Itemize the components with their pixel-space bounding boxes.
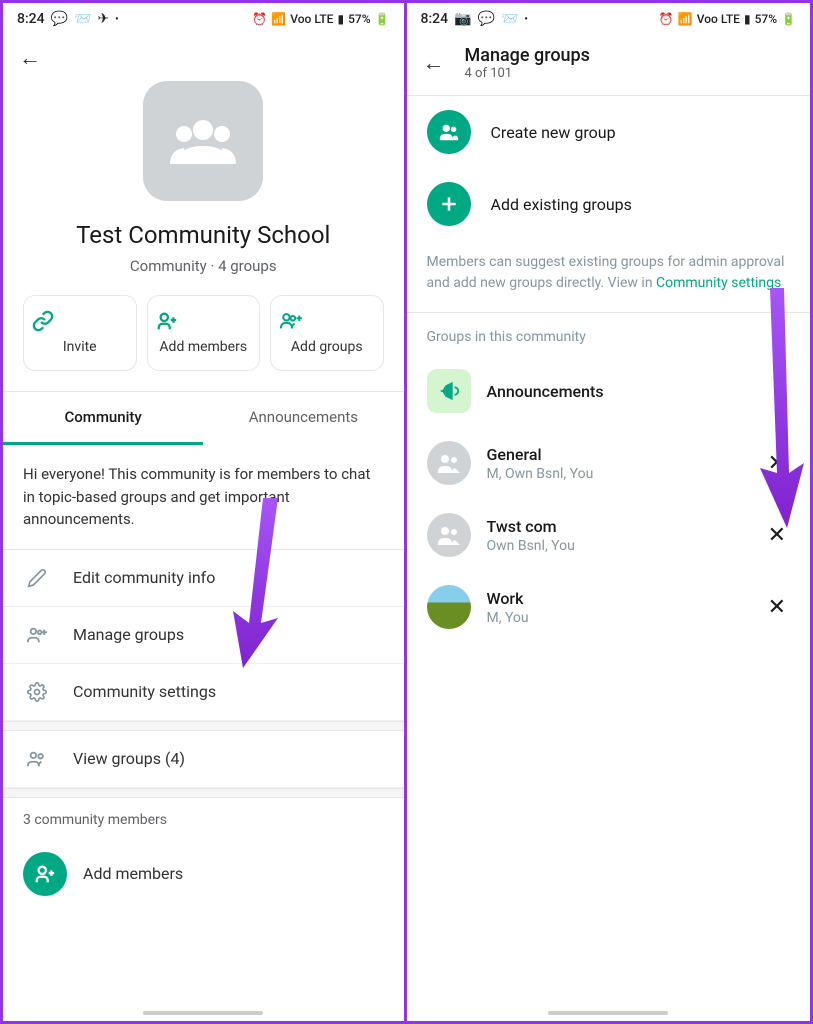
group-avatar [427,441,471,485]
tab-community[interactable]: Community [3,392,203,445]
community-settings-link[interactable]: Community settings [656,275,781,291]
group-members: M, Own Bsnl, You [487,466,764,482]
gear-icon [23,682,51,702]
status-dot: • [115,14,119,25]
create-new-group[interactable]: Create new group [407,96,811,168]
group-announcements[interactable]: Announcements [407,355,811,427]
people-plus-icon [23,625,51,645]
group-avatar [427,513,471,557]
community-description: Hi everyone! This community is for membe… [3,445,404,550]
edit-label: Edit community info [73,568,215,587]
group-twst-com[interactable]: Twst com Own Bsnl, You ✕ [407,499,811,571]
network-label: Voo LTE [697,12,740,26]
community-avatar[interactable] [143,81,263,201]
arrow-back-icon: ← [423,51,445,76]
group-name: General [487,445,764,464]
signal-icon: ▮ [744,12,751,26]
remove-group-button[interactable]: ✕ [764,451,790,476]
group-members: M, You [487,610,764,626]
settings-label: Community settings [73,682,216,701]
group-name: Twst com [487,517,764,536]
add-members-text: Add members [83,864,183,883]
add-existing-groups[interactable]: Add existing groups [407,168,811,240]
community-title: Test Community School [23,221,384,249]
battery-icon: 🔋 [375,12,390,26]
group-name: Work [487,589,764,608]
page-title: Manage groups [465,45,590,66]
megaphone-icon [427,369,471,413]
battery-icon: 🔋 [781,12,796,26]
view-groups[interactable]: View groups (4) [3,731,404,788]
group-icon [427,110,471,154]
status-time: 8:24 [17,11,45,27]
groups-section-header: Groups in this community [407,313,811,355]
remove-group-button[interactable]: ✕ [764,595,790,620]
edit-community-info[interactable]: Edit community info [3,550,404,607]
back-button[interactable]: ← [423,50,445,76]
invite-label: Invite [32,338,128,356]
group-icon [168,116,238,166]
tab-announcements[interactable]: Announcements [203,392,403,445]
network-label: Voo LTE [290,12,333,26]
add-members-button[interactable]: Add members [147,295,261,371]
arrow-back-icon: ← [19,46,41,71]
alarm-icon: ⏰ [659,12,674,26]
group-plus-icon [279,310,375,332]
view-label: View groups (4) [73,749,185,768]
wifi-icon: 📶 [678,12,693,26]
plus-icon [427,182,471,226]
status-dot: • [524,14,528,25]
battery-label: 57% [755,12,777,26]
add-groups-label: Add groups [279,338,375,356]
camera-icon: 📷 [454,11,471,27]
person-plus-icon [156,310,252,332]
add-members-row[interactable]: Add members [3,838,404,910]
back-button[interactable]: ← [3,35,404,81]
page-subtitle: 4 of 101 [465,66,590,81]
signal-icon: ▮ [337,12,344,26]
message-icon: 📨 [501,11,518,27]
add-members-label: Add members [156,338,252,356]
group-members: Own Bsnl, You [487,538,764,554]
manage-groups[interactable]: Manage groups [3,607,404,664]
group-name: Announcements [487,382,791,401]
community-settings[interactable]: Community settings [3,664,404,721]
send-icon: ✈ [97,11,109,27]
add-existing-label: Add existing groups [491,195,632,214]
home-indicator[interactable] [143,1011,263,1015]
info-text: Members can suggest existing groups for … [407,240,811,312]
chat-icon: 💬 [51,11,68,27]
status-bar: 8:24 📷 💬 📨 • ⏰ 📶 Voo LTE ▮ 57% 🔋 [407,3,811,35]
manage-label: Manage groups [73,625,184,644]
people-icon [23,749,51,769]
chat-icon: 💬 [478,11,495,27]
create-label: Create new group [491,123,616,142]
status-bar: 8:24 💬 📨 ✈ • ⏰ 📶 Voo LTE ▮ 57% 🔋 [3,3,404,35]
alarm-icon: ⏰ [252,12,267,26]
message-icon: 📨 [74,11,91,27]
group-general[interactable]: General M, Own Bsnl, You ✕ [407,427,811,499]
members-section-label: 3 community members [3,798,404,838]
home-indicator[interactable] [548,1011,668,1015]
community-subtitle: Community · 4 groups [23,257,384,275]
link-icon [32,310,128,332]
pencil-icon [23,568,51,588]
add-person-icon [23,852,67,896]
group-work[interactable]: Work M, You ✕ [407,571,811,643]
battery-label: 57% [348,12,370,26]
group-avatar [427,585,471,629]
remove-group-button[interactable]: ✕ [764,523,790,548]
add-groups-button[interactable]: Add groups [270,295,384,371]
invite-button[interactable]: Invite [23,295,137,371]
status-time: 8:24 [421,11,449,27]
wifi-icon: 📶 [271,12,286,26]
